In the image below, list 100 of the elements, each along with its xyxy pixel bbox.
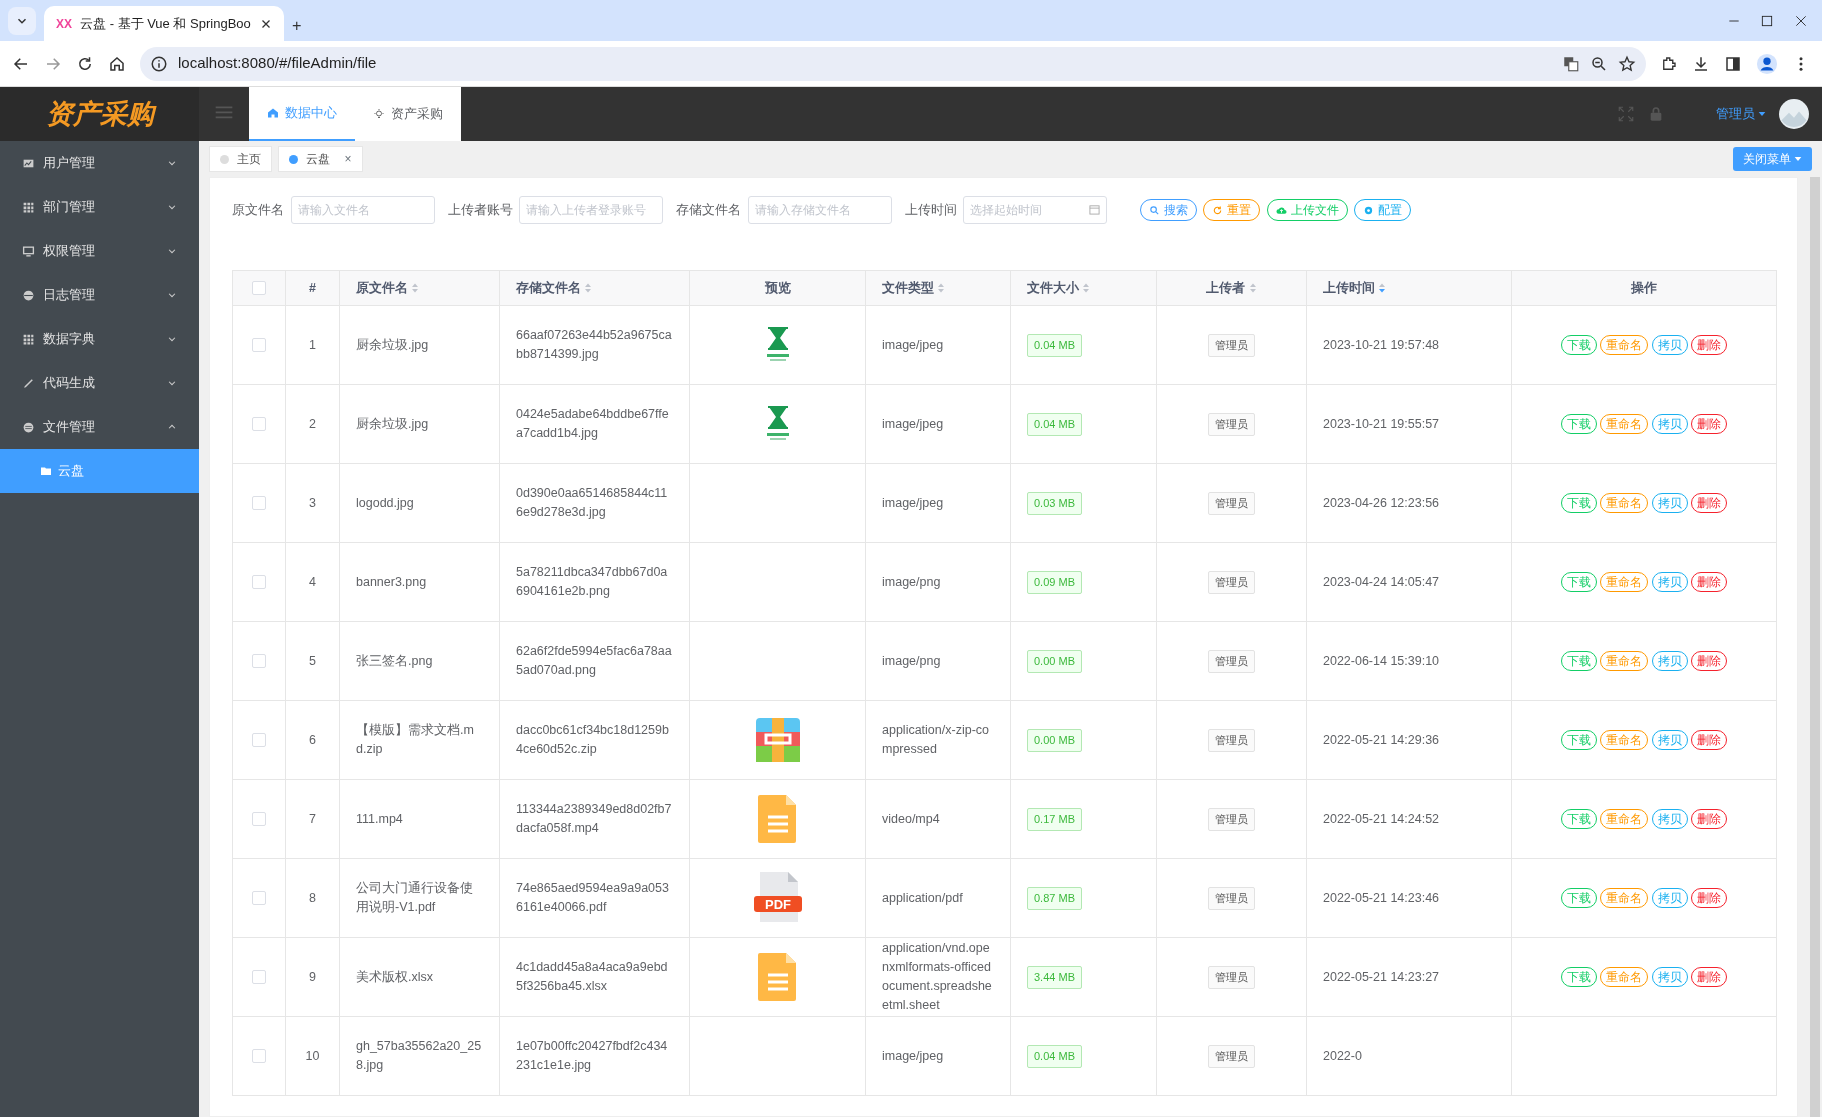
- action-button[interactable]: 下载: [1561, 967, 1598, 987]
- action-button[interactable]: 下载: [1561, 335, 1598, 355]
- row-number: 8: [309, 890, 316, 905]
- size-tag: 0.87 MB: [1027, 886, 1082, 910]
- action-button[interactable]: 拷贝: [1651, 967, 1688, 987]
- action-button[interactable]: 拷贝: [1651, 335, 1688, 355]
- file-type: image/jpeg: [882, 495, 944, 510]
- toolbar-button[interactable]: 上传文件: [1266, 199, 1348, 221]
- action-button[interactable]: 删除: [1690, 493, 1727, 513]
- action-button[interactable]: 下载: [1561, 572, 1598, 592]
- user-menu[interactable]: 管理员: [1715, 104, 1766, 124]
- browser-tab[interactable]: XX 云盘 - 基于 Vue 和 SpringBoo: [44, 6, 284, 41]
- action-button[interactable]: 重命名: [1600, 493, 1649, 513]
- action-button[interactable]: 下载: [1561, 730, 1598, 750]
- toolbar-button[interactable]: 重置: [1203, 199, 1260, 221]
- action-button[interactable]: 下载: [1561, 414, 1598, 434]
- tab-close-icon[interactable]: ×: [344, 150, 352, 168]
- row-number: 2: [309, 416, 316, 431]
- action-button[interactable]: 删除: [1690, 414, 1727, 434]
- upload-time: 2023-10-21 19:57:48: [1323, 337, 1440, 352]
- file-type: image/jpeg: [882, 416, 944, 431]
- page-tab[interactable]: 云盘 ×: [278, 146, 363, 172]
- input-field[interactable]: 请输入存储文件名: [747, 196, 892, 224]
- date-field[interactable]: 选择起始时间: [963, 196, 1107, 224]
- file-name: 厨余垃圾.jpg: [356, 416, 429, 431]
- action-button[interactable]: 拷贝: [1651, 809, 1688, 829]
- action-button[interactable]: 下载: [1561, 651, 1598, 671]
- app-logo: 资产采购: [0, 87, 199, 141]
- action-button[interactable]: 下载: [1561, 809, 1598, 829]
- action-button[interactable]: 拷贝: [1651, 888, 1688, 908]
- action-button[interactable]: 删除: [1690, 651, 1727, 671]
- column-header[interactable]: 上传者: [1206, 278, 1257, 298]
- action-button[interactable]: 删除: [1690, 572, 1727, 592]
- action-button[interactable]: 拷贝: [1651, 730, 1688, 750]
- uploader-tag: 管理员: [1208, 1044, 1255, 1068]
- file-type: image/jpeg: [882, 1048, 944, 1063]
- file-type: image/png: [882, 574, 941, 589]
- toolbar-button[interactable]: 配置: [1354, 199, 1411, 221]
- action-button[interactable]: 重命名: [1600, 809, 1649, 829]
- size-tag: 0.00 MB: [1027, 649, 1082, 673]
- column-header[interactable]: 上传时间: [1323, 278, 1387, 298]
- sidebar-subitem[interactable]: 云盘: [0, 449, 199, 493]
- toolbar-button[interactable]: 搜索: [1139, 199, 1197, 221]
- upload-time: 2022-06-14 15:39:10: [1323, 653, 1440, 668]
- action-button[interactable]: 重命名: [1600, 414, 1649, 434]
- column-header: 预览: [764, 279, 791, 297]
- uploader-tag: 管理员: [1208, 965, 1255, 989]
- uploader-tag: 管理员: [1208, 886, 1255, 910]
- row-number: 4: [309, 574, 316, 589]
- action-button[interactable]: 拷贝: [1651, 414, 1688, 434]
- file-type: application/pdf: [882, 890, 963, 905]
- file-name: 张三签名.png: [356, 653, 433, 668]
- new-tab-button[interactable]: +: [292, 13, 302, 38]
- action-button[interactable]: 删除: [1690, 888, 1727, 908]
- size-tag: 0.04 MB: [1027, 1044, 1082, 1068]
- stored-file-name: 1e07b00ffc20427fbdf2c434231c1e1e.jpg: [516, 1039, 668, 1072]
- action-button[interactable]: 下载: [1561, 888, 1598, 908]
- address-bar[interactable]: localhost:8080/#/fileAdmin/file: [140, 46, 1646, 81]
- stored-file-name: 113344a2389349ed8d02fb7dacfa058f.mp4: [516, 802, 672, 835]
- action-button[interactable]: 删除: [1690, 967, 1727, 987]
- action-button[interactable]: 拷贝: [1651, 651, 1688, 671]
- size-tag: 0.17 MB: [1027, 807, 1082, 831]
- action-button[interactable]: 拷贝: [1651, 493, 1688, 513]
- tab-title: 云盘 - 基于 Vue 和 SpringBoo: [80, 14, 252, 33]
- action-button[interactable]: 删除: [1690, 730, 1727, 750]
- file-name: 111.mp4: [356, 811, 403, 826]
- action-button[interactable]: 删除: [1690, 335, 1727, 355]
- close-menu-button[interactable]: 关闭菜单: [1732, 147, 1812, 171]
- file-type: application/x-zip-compressed: [882, 723, 989, 756]
- action-button[interactable]: 重命名: [1600, 730, 1649, 750]
- page-tab[interactable]: 主页: [209, 146, 272, 172]
- file-type: application/vnd.openxmlformats-officedocument.spreadsheetml.sheet: [882, 941, 992, 1012]
- file-name: 【模版】需求文档.md.zip: [356, 723, 474, 756]
- row-number: 10: [305, 1048, 320, 1063]
- action-button[interactable]: 下载: [1561, 493, 1598, 513]
- file-name: gh_57ba35562a20_258.jpg: [356, 1039, 482, 1072]
- size-tag: 0.09 MB: [1027, 570, 1082, 594]
- action-button[interactable]: 重命名: [1600, 335, 1649, 355]
- upload-time: 2023-04-24 14:05:47: [1323, 574, 1440, 589]
- action-button[interactable]: 重命名: [1600, 651, 1649, 671]
- action-button[interactable]: 重命名: [1600, 967, 1649, 987]
- action-button[interactable]: 重命名: [1600, 888, 1649, 908]
- favicon-text: XX: [56, 15, 72, 33]
- action-button[interactable]: 删除: [1690, 809, 1727, 829]
- size-tag: 0.03 MB: [1027, 491, 1082, 515]
- uploader-tag: 管理员: [1208, 649, 1255, 673]
- uploader-tag: 管理员: [1208, 807, 1255, 831]
- row-number: 6: [309, 732, 316, 747]
- column-header: 操作: [1631, 279, 1657, 297]
- upload-time: 2022-05-21 14:29:36: [1323, 732, 1440, 747]
- stored-file-name: 74e865aed9594ea9a9a0536161e40066.pdf: [516, 881, 669, 914]
- column-header: #: [309, 279, 316, 297]
- filter-label: 存储文件名: [676, 201, 741, 220]
- action-button[interactable]: 拷贝: [1651, 572, 1688, 592]
- upload-time: 2022-05-21 14:23:46: [1323, 890, 1440, 905]
- row-number: 1: [309, 337, 316, 352]
- upload-time: 2022-0: [1323, 1048, 1362, 1063]
- input-field[interactable]: 请输入文件名: [290, 196, 435, 224]
- action-button[interactable]: 重命名: [1600, 572, 1649, 592]
- row-number: 9: [309, 969, 316, 984]
